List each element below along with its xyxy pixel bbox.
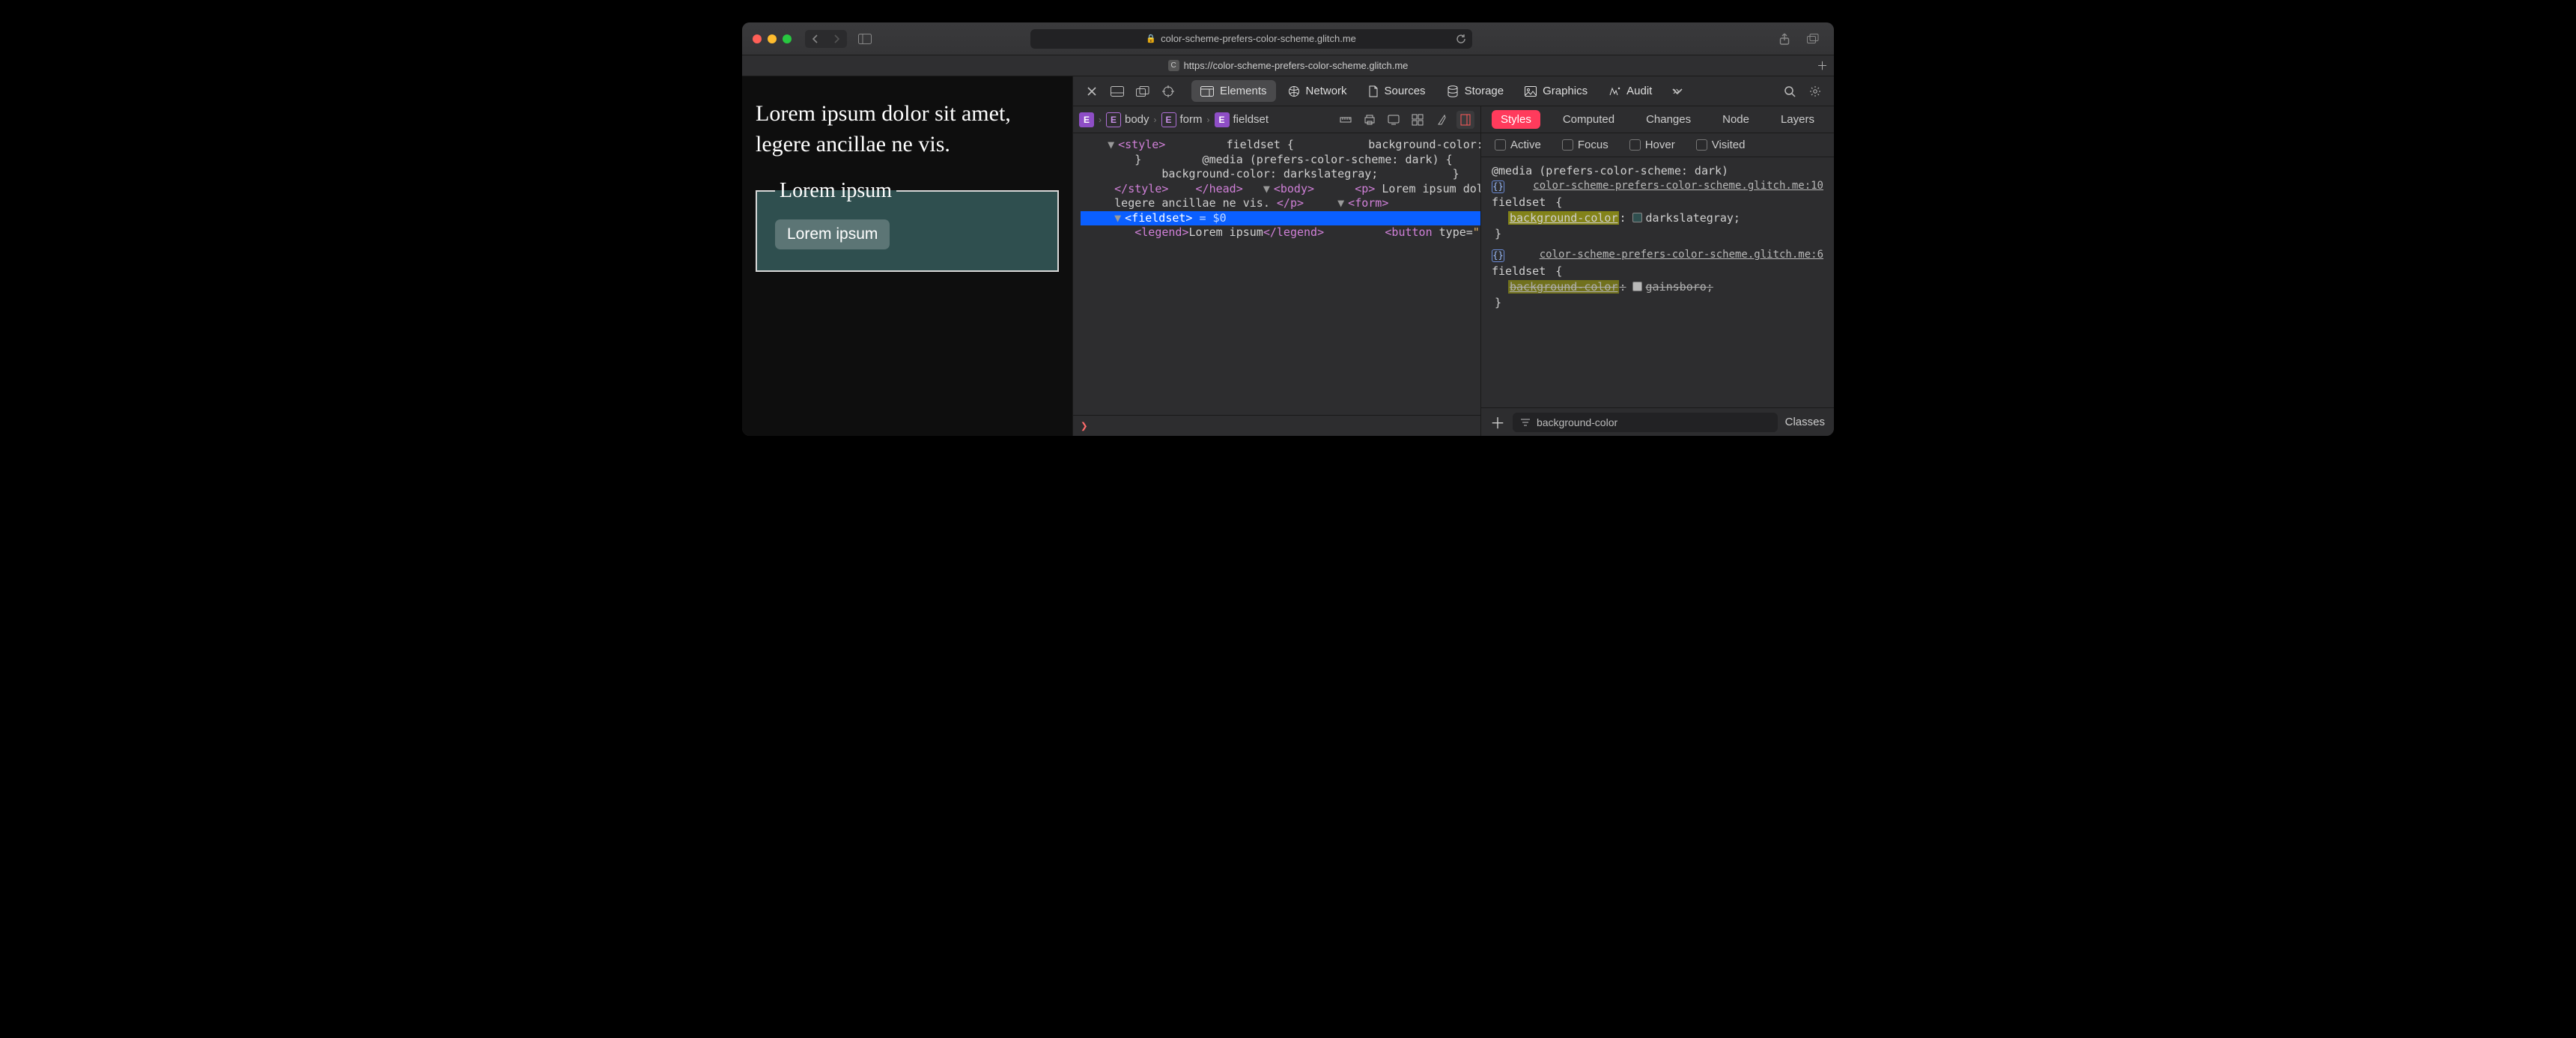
styles-tab-layers[interactable]: Layers xyxy=(1772,110,1823,129)
pseudo-focus[interactable]: Focus xyxy=(1562,139,1609,151)
dock-popout-icon[interactable] xyxy=(1131,81,1154,102)
tab-strip: C https://color-scheme-prefers-color-sch… xyxy=(742,55,1834,76)
zoom-window-button[interactable] xyxy=(783,34,792,43)
tab-title[interactable]: https://color-scheme-prefers-color-schem… xyxy=(1184,60,1409,71)
page-paragraph: Lorem ipsum dolor sit amet, legere ancil… xyxy=(756,99,1059,160)
breadcrumb-body[interactable]: Ebody xyxy=(1106,112,1149,127)
devtools-tab-bar: Elements Network Sources Storage Graphic… xyxy=(1073,76,1834,106)
styles-tab-computed[interactable]: Computed xyxy=(1554,110,1623,129)
styles-tab-styles[interactable]: Styles xyxy=(1492,110,1540,129)
styles-filter-input[interactable]: background-color xyxy=(1513,413,1778,432)
tab-elements[interactable]: Elements xyxy=(1191,80,1276,102)
layout-bounds-icon[interactable] xyxy=(1456,111,1474,129)
nav-buttons xyxy=(805,30,847,48)
tabs-overview-button[interactable] xyxy=(1802,30,1823,48)
tab-audit[interactable]: Audit xyxy=(1600,80,1661,102)
styles-tab-changes[interactable]: Changes xyxy=(1637,110,1700,129)
styles-tab-bar: Styles Computed Changes Node Layers xyxy=(1481,106,1834,133)
ruler-icon[interactable] xyxy=(1337,111,1355,129)
styles-panel: Styles Computed Changes Node Layers Acti… xyxy=(1481,106,1834,436)
page-fieldset: Lorem ipsum Lorem ipsum xyxy=(756,179,1059,272)
browser-window: 🔒 color-scheme-prefers-color-scheme.glit… xyxy=(742,22,1834,436)
rendered-page: Lorem ipsum dolor sit amet, legere ancil… xyxy=(742,76,1072,436)
tab-sources[interactable]: Sources xyxy=(1359,80,1435,102)
tab-graphics[interactable]: Graphics xyxy=(1516,80,1597,102)
dom-panel: E › Ebody › Eform › Efieldset xyxy=(1073,106,1481,436)
dock-bottom-icon[interactable] xyxy=(1106,81,1128,102)
dom-tree[interactable]: ▼<style> fieldset { background-color: ga… xyxy=(1073,133,1480,415)
tab-network[interactable]: Network xyxy=(1279,80,1356,102)
new-tab-button[interactable]: ＋ xyxy=(1817,58,1828,73)
dom-breadcrumb: E › Ebody › Eform › Efieldset xyxy=(1073,106,1480,133)
close-devtools-button[interactable] xyxy=(1081,81,1103,102)
devtools: Elements Network Sources Storage Graphic… xyxy=(1072,76,1834,436)
more-tabs-button[interactable]: » xyxy=(1664,81,1686,102)
back-button[interactable] xyxy=(805,30,826,48)
styles-footer: ＋ background-color Classes xyxy=(1481,407,1834,436)
lock-icon: 🔒 xyxy=(1146,34,1156,43)
reload-button[interactable] xyxy=(1456,34,1466,44)
address-bar[interactable]: 🔒 color-scheme-prefers-color-scheme.glit… xyxy=(1030,29,1472,49)
compositing-icon[interactable] xyxy=(1409,111,1427,129)
print-styles-icon[interactable] xyxy=(1361,111,1379,129)
element-picker-icon[interactable] xyxy=(1157,81,1179,102)
pseudo-visited[interactable]: Visited xyxy=(1696,139,1746,151)
tab-favicon: C xyxy=(1168,60,1179,71)
close-window-button[interactable] xyxy=(753,34,762,43)
window-controls xyxy=(753,34,792,43)
browser-toolbar: 🔒 color-scheme-prefers-color-scheme.glit… xyxy=(742,22,1834,55)
breadcrumb-form[interactable]: Eform xyxy=(1161,112,1203,127)
minimize-window-button[interactable] xyxy=(768,34,777,43)
classes-toggle[interactable]: Classes xyxy=(1785,416,1825,428)
style-rules[interactable]: @media (prefers-color-scheme: dark){}col… xyxy=(1481,157,1834,407)
breadcrumb-fieldset[interactable]: Efieldset xyxy=(1215,112,1269,127)
breadcrumb-root[interactable]: E xyxy=(1079,112,1094,127)
tab-storage[interactable]: Storage xyxy=(1438,80,1513,102)
content-area: Lorem ipsum dolor sit amet, legere ancil… xyxy=(742,76,1834,436)
sidebar-toggle-button[interactable] xyxy=(854,30,875,48)
pseudo-active[interactable]: Active xyxy=(1495,139,1541,151)
new-rule-button[interactable]: ＋ xyxy=(1490,411,1505,433)
page-legend: Lorem ipsum xyxy=(775,179,896,203)
page-button[interactable]: Lorem ipsum xyxy=(775,219,890,249)
force-appearance-icon[interactable] xyxy=(1385,111,1403,129)
paint-flashing-icon[interactable] xyxy=(1433,111,1450,129)
pseudo-hover[interactable]: Hover xyxy=(1629,139,1675,151)
address-text: color-scheme-prefers-color-scheme.glitch… xyxy=(1161,33,1356,44)
console-prompt[interactable]: ❯ xyxy=(1073,415,1480,436)
settings-button[interactable] xyxy=(1804,81,1826,102)
search-button[interactable] xyxy=(1778,81,1801,102)
styles-tab-node[interactable]: Node xyxy=(1713,110,1758,129)
forward-button[interactable] xyxy=(826,30,847,48)
filter-icon xyxy=(1520,418,1531,427)
share-button[interactable] xyxy=(1774,30,1795,48)
pseudo-class-toggles: Active Focus Hover Visited xyxy=(1481,133,1834,157)
